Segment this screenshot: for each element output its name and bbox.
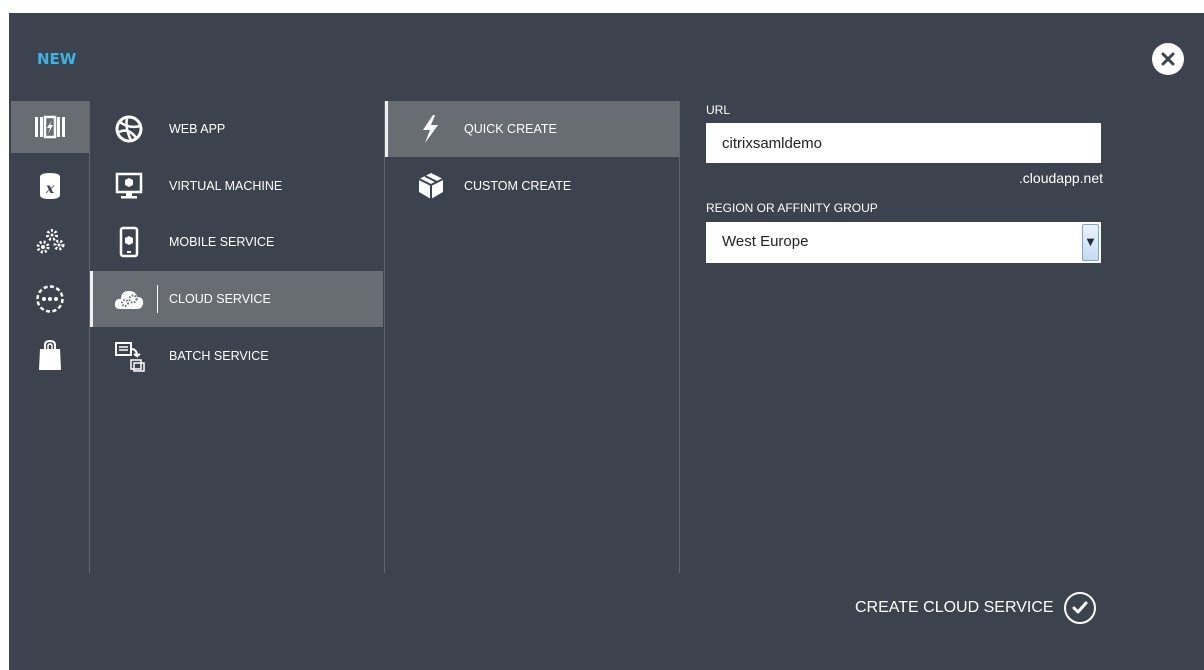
new-dialog: NEW x WEB APP VIRTUAL MACHINE MOBILE SER… bbox=[9, 13, 1204, 670]
label-separator bbox=[157, 285, 158, 313]
close-button[interactable] bbox=[1152, 43, 1184, 75]
create-button-label: CREATE CLOUD SERVICE bbox=[855, 599, 1054, 616]
service-cloud-service[interactable]: CLOUD SERVICE bbox=[90, 271, 383, 327]
service-web-app[interactable]: WEB APP bbox=[90, 101, 383, 157]
region-label: REGION OR AFFINITY GROUP bbox=[706, 201, 878, 215]
column-divider bbox=[679, 101, 680, 573]
service-label: BATCH SERVICE bbox=[169, 349, 269, 363]
virtual-machine-icon bbox=[115, 172, 143, 199]
create-cloud-service-button[interactable]: CREATE CLOUD SERVICE bbox=[855, 590, 1096, 626]
service-label: MOBILE SERVICE bbox=[169, 235, 275, 249]
mobile-service-icon bbox=[119, 226, 139, 258]
url-label: URL bbox=[706, 103, 731, 117]
app-services-icon bbox=[36, 229, 65, 254]
service-batch-service[interactable]: BATCH SERVICE bbox=[90, 328, 383, 384]
region-value: West Europe bbox=[722, 233, 809, 250]
chevron-down-icon[interactable]: ▼ bbox=[1082, 224, 1099, 261]
batch-service-icon bbox=[115, 342, 145, 372]
data-services-icon: x bbox=[40, 173, 60, 199]
category-compute[interactable] bbox=[11, 101, 89, 153]
service-label: VIRTUAL MACHINE bbox=[169, 179, 283, 193]
service-mobile-service[interactable]: MOBILE SERVICE bbox=[90, 214, 383, 270]
option-quick-create[interactable]: QUICK CREATE bbox=[385, 101, 679, 157]
category-app-services[interactable] bbox=[11, 215, 89, 267]
option-custom-create[interactable]: CUSTOM CREATE bbox=[385, 158, 679, 214]
category-network-services[interactable] bbox=[11, 273, 89, 325]
cloud-service-icon bbox=[114, 291, 144, 309]
web-app-icon bbox=[115, 115, 143, 143]
checkmark-icon bbox=[1063, 592, 1096, 624]
service-label: CLOUD SERVICE bbox=[169, 292, 271, 306]
compute-icon bbox=[35, 115, 65, 139]
category-data-services[interactable]: x bbox=[11, 160, 89, 212]
store-icon bbox=[39, 339, 61, 370]
service-virtual-machine[interactable]: VIRTUAL MACHINE bbox=[90, 158, 383, 214]
category-store[interactable] bbox=[11, 329, 89, 381]
service-label: WEB APP bbox=[169, 122, 226, 136]
package-icon bbox=[418, 173, 444, 199]
option-label: CUSTOM CREATE bbox=[464, 179, 572, 193]
close-icon bbox=[1161, 52, 1175, 66]
svg-text:x: x bbox=[45, 181, 55, 197]
option-label: QUICK CREATE bbox=[464, 122, 557, 136]
lightning-icon bbox=[423, 115, 438, 143]
url-input[interactable] bbox=[706, 123, 1101, 163]
region-select[interactable]: West Europe ▼ bbox=[706, 222, 1101, 263]
url-suffix: .cloudapp.net bbox=[1018, 170, 1103, 186]
dialog-title: NEW bbox=[37, 50, 77, 68]
network-services-icon bbox=[36, 285, 64, 313]
